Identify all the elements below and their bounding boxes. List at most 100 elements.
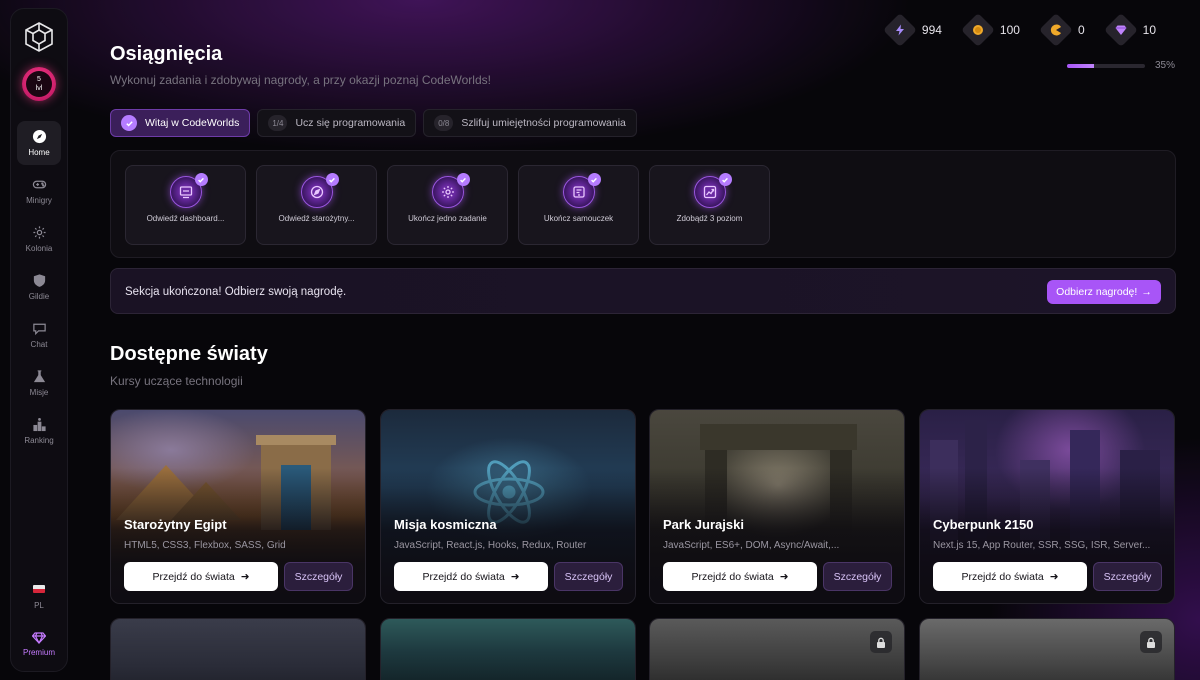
sidebar-item-label: Misje xyxy=(29,388,49,397)
sidebar-item-ranking[interactable]: Ranking xyxy=(17,409,61,453)
arrow-right-icon: ➜ xyxy=(779,570,789,583)
details-button[interactable]: Szczegóły xyxy=(823,562,892,591)
details-button[interactable]: Szczegóły xyxy=(284,562,353,591)
overall-progress: 35% xyxy=(1066,60,1175,71)
check-icon xyxy=(587,173,601,186)
page-subtitle: Wykonuj zadania i zdobywaj nagrody, a pr… xyxy=(110,73,491,87)
progress-track xyxy=(1066,63,1145,68)
world-card-station[interactable] xyxy=(380,618,636,680)
worlds-subtitle: Kursy uczące technologii xyxy=(110,374,243,388)
stat-value: 994 xyxy=(921,23,942,37)
sidebar-item-label: Chat xyxy=(30,340,48,349)
world-name: Cyberpunk 2150 xyxy=(933,517,1034,532)
lightning-icon xyxy=(895,24,904,36)
achievement-card[interactable]: Odwiedź dashboard... xyxy=(125,165,246,245)
details-button[interactable]: Szczegóły xyxy=(1093,562,1162,591)
claim-reward-button[interactable]: Odbierz nagrodę! → xyxy=(1047,280,1161,304)
tab-polish-skills[interactable]: 0/8 Szlifuj umiejętności programowania xyxy=(423,109,637,137)
tab-badge: 1/4 xyxy=(268,115,288,131)
arrow-right-icon: ➜ xyxy=(1049,570,1059,583)
achievement-card[interactable]: Zdobądź 3 poziom xyxy=(649,165,770,245)
stats-bar: 994 100 0 10 xyxy=(882,13,1156,47)
world-card-space[interactable]: Misja kosmiczna JavaScript, React.js, Ho… xyxy=(380,409,636,604)
check-icon xyxy=(194,173,208,186)
sidebar-item-chat[interactable]: Chat xyxy=(17,313,61,357)
diamond-icon xyxy=(31,632,46,644)
world-name: Starożytny Egipt xyxy=(124,517,227,532)
stat-value: 0 xyxy=(1077,23,1085,37)
go-to-world-button[interactable]: Przejdź do świata ➜ xyxy=(933,562,1087,591)
avatar-level-unit: lvl xyxy=(35,85,43,92)
sidebar-item-kolonia[interactable]: Kolonia xyxy=(17,217,61,261)
tab-badge: 0/8 xyxy=(434,115,454,131)
world-card-locked[interactable] xyxy=(919,618,1175,680)
go-to-world-button[interactable]: Przejdź do świata ➜ xyxy=(124,562,278,591)
sidebar-item-label: Minigry xyxy=(26,196,52,205)
achievement-card[interactable]: Ukończ samouczek xyxy=(518,165,639,245)
tab-learn-programming[interactable]: 1/4 Ucz się programowania xyxy=(257,109,417,137)
sidebar-nav: Home Minigry Kolonia Gildie Chat Misje R… xyxy=(17,121,61,453)
compass-icon xyxy=(32,129,46,144)
stat-gems[interactable]: 10 xyxy=(1103,13,1156,47)
language-switcher[interactable]: PL xyxy=(32,585,45,610)
lock-icon xyxy=(870,631,892,653)
coin-icon xyxy=(972,25,983,35)
sidebar: 5 lvl Home Minigry Kolonia Gildie Chat M… xyxy=(10,8,68,672)
check-icon xyxy=(121,115,137,131)
world-name: Misja kosmiczna xyxy=(394,517,497,532)
gem-icon xyxy=(1115,25,1127,35)
poland-flag-icon xyxy=(32,585,45,593)
stat-value: 10 xyxy=(1142,23,1156,37)
world-card-storm[interactable] xyxy=(110,618,366,680)
check-icon xyxy=(718,173,732,186)
world-card-jurassic[interactable]: Park Jurajski JavaScript, ES6+, DOM, Asy… xyxy=(649,409,905,604)
sidebar-item-gildie[interactable]: Gildie xyxy=(17,265,61,309)
world-card-pirates-locked[interactable] xyxy=(649,618,905,680)
premium-button[interactable]: Premium xyxy=(23,632,55,657)
compass-icon xyxy=(310,185,323,199)
reward-banner: Sekcja ukończona! Odbierz swoją nagrodę.… xyxy=(110,268,1176,314)
tab-label: Szlifuj umiejętności programowania xyxy=(461,117,626,129)
go-to-world-label: Przejdź do świata xyxy=(961,570,1044,583)
achievement-card[interactable]: Ukończ jedno zadanie xyxy=(387,165,508,245)
logo-cube-icon[interactable] xyxy=(23,21,55,53)
world-card-cyberpunk[interactable]: Cyberpunk 2150 Next.js 15, App Router, S… xyxy=(919,409,1175,604)
worlds-title: Dostępne światy xyxy=(110,343,268,365)
go-to-world-button[interactable]: Przejdź do świata ➜ xyxy=(394,562,548,591)
sidebar-item-misje[interactable]: Misje xyxy=(17,361,61,405)
gear-icon xyxy=(441,186,454,198)
chart-up-icon xyxy=(703,185,716,199)
shield-icon xyxy=(33,274,45,287)
sidebar-item-label: Ranking xyxy=(24,436,54,445)
sidebar-item-home[interactable]: Home xyxy=(17,121,61,165)
tab-label: Ucz się programowania xyxy=(295,117,406,129)
premium-label: Premium xyxy=(22,648,55,657)
stat-pacman[interactable]: 0 xyxy=(1038,13,1085,47)
details-button[interactable]: Szczegóły xyxy=(554,562,623,591)
achievement-label: Zdobądź 3 poziom xyxy=(676,214,743,223)
go-to-world-button[interactable]: Przejdź do świata ➜ xyxy=(663,562,817,591)
locked-world-artwork xyxy=(920,619,1174,680)
podium-icon xyxy=(32,417,46,432)
lock-icon xyxy=(1140,631,1162,653)
stat-energy[interactable]: 994 xyxy=(882,13,942,47)
arrow-right-icon: → xyxy=(1141,286,1152,298)
avatar[interactable]: 5 lvl xyxy=(22,67,56,101)
world-tech: JavaScript, ES6+, DOM, Async/Await,... xyxy=(663,540,840,551)
tab-welcome[interactable]: Witaj w CodeWorlds xyxy=(110,109,251,137)
reward-text: Sekcja ukończona! Odbierz swoją nagrodę. xyxy=(125,286,347,298)
gamepad-icon xyxy=(32,180,46,189)
sidebar-item-minigry[interactable]: Minigry xyxy=(17,169,61,213)
achievement-card[interactable]: Odwiedź starożytny... xyxy=(256,165,377,245)
world-name: Park Jurajski xyxy=(663,517,744,532)
sidebar-item-label: Kolonia xyxy=(25,244,53,253)
sidebar-item-label: Gildie xyxy=(28,292,50,301)
stat-coins[interactable]: 100 xyxy=(960,13,1020,47)
pirates-artwork xyxy=(650,619,904,680)
arrow-right-icon: ➜ xyxy=(510,570,520,583)
world-tech: JavaScript, React.js, Hooks, Redux, Rout… xyxy=(394,540,587,551)
tutorial-icon xyxy=(572,186,585,198)
world-card-egypt[interactable]: Starożytny Egipt HTML5, CSS3, Flexbox, S… xyxy=(110,409,366,604)
chat-icon xyxy=(32,323,46,336)
station-artwork xyxy=(381,619,635,680)
